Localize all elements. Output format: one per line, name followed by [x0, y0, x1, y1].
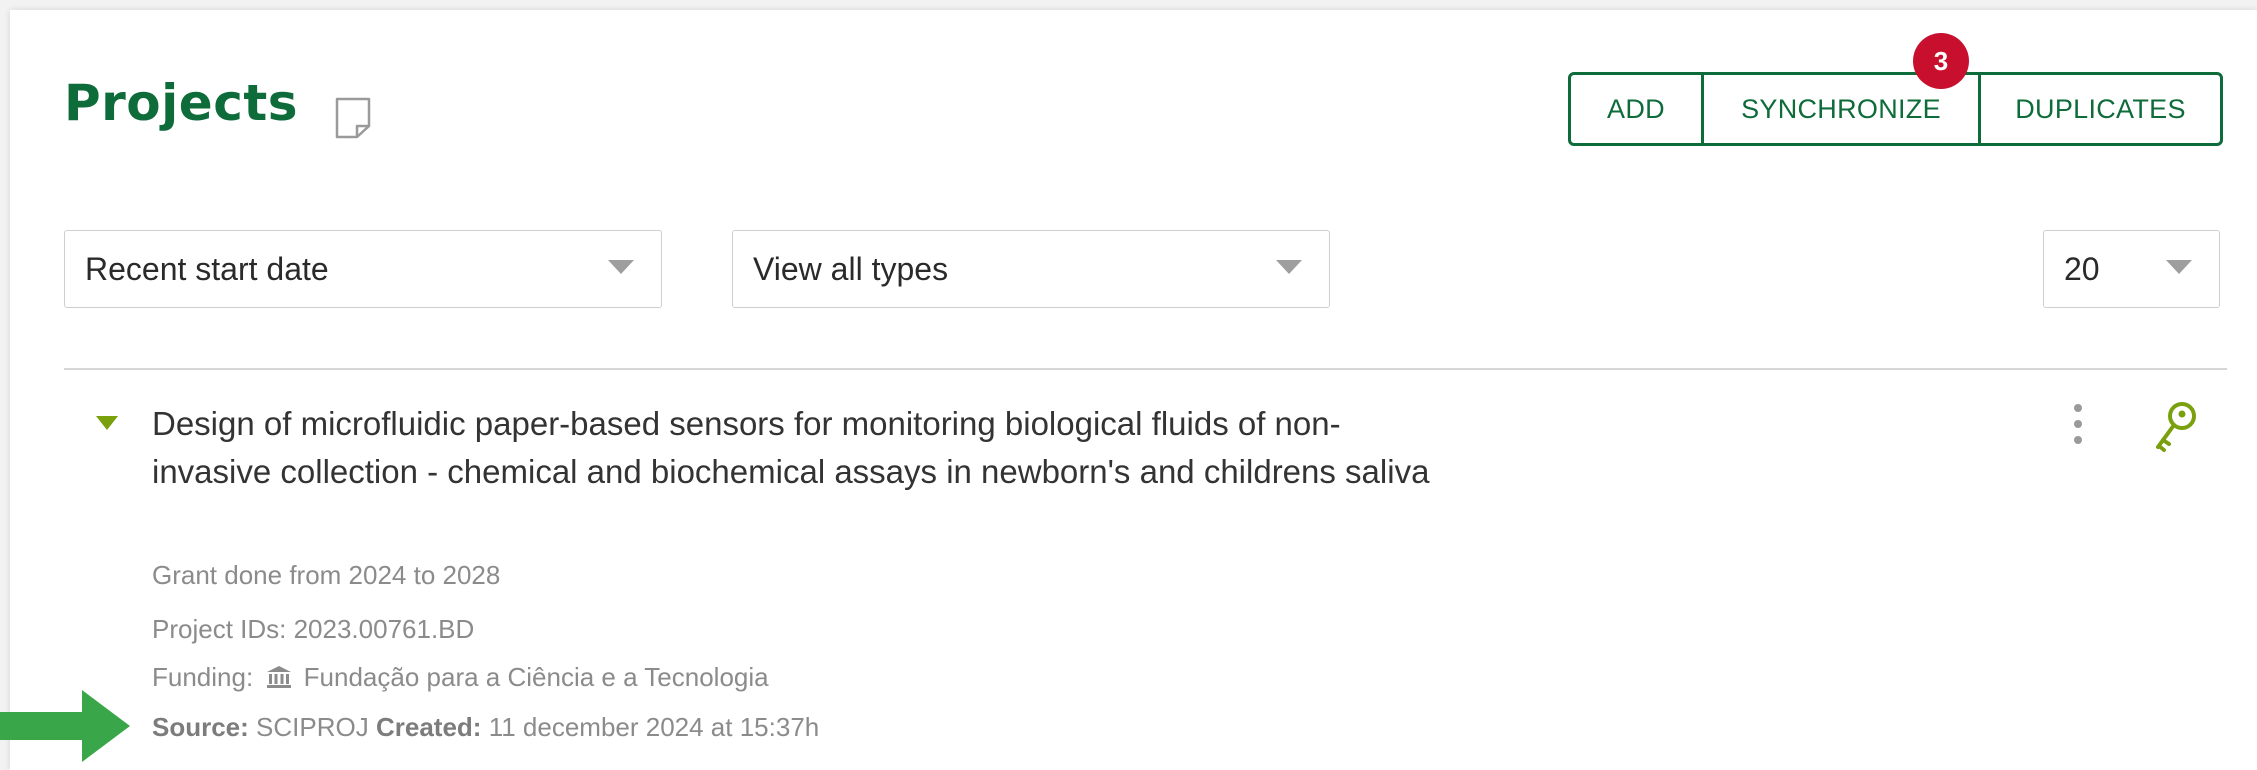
kebab-menu-icon[interactable] — [2070, 404, 2086, 454]
per-page-select[interactable]: 20 — [2043, 230, 2220, 308]
caret-down-icon[interactable] — [96, 416, 118, 430]
add-button[interactable]: ADD — [1571, 75, 1701, 143]
chevron-down-icon — [608, 260, 634, 274]
sync-count-badge: 3 — [1913, 33, 1969, 89]
funding-value: Fundação para a Ciência e a Tecnologia — [303, 662, 769, 692]
created-value: 11 december 2024 at 15:37h — [488, 712, 820, 742]
chevron-down-icon — [1276, 260, 1302, 274]
sort-select[interactable]: Recent start date — [64, 230, 662, 308]
project-grant: Grant done from 2024 to 2028 — [152, 560, 501, 590]
per-page-value: 20 — [2064, 250, 2100, 287]
list-divider — [64, 368, 2227, 370]
action-button-group: ADD SYNCHRONIZE DUPLICATES — [1568, 72, 2223, 146]
chevron-down-icon — [2166, 260, 2192, 274]
type-filter-select[interactable]: View all types — [732, 230, 1330, 308]
key-icon[interactable] — [2150, 398, 2202, 456]
institution-icon — [267, 666, 292, 688]
duplicates-button[interactable]: DUPLICATES — [1978, 75, 2220, 143]
project-source-created: Source: SCIPROJ Created: 11 december 202… — [152, 712, 819, 743]
created-label: Created: — [375, 712, 482, 742]
project-ids: Project IDs: 2023.00761.BD — [152, 614, 475, 644]
sort-select-value: Recent start date — [85, 250, 329, 287]
note-icon[interactable] — [333, 96, 373, 140]
project-funding: Funding: Fundação para a Ciência e a Tec… — [152, 662, 769, 693]
source-label: Source: — [152, 712, 249, 742]
project-title[interactable]: Design of microfluidic paper-based senso… — [152, 400, 1442, 496]
page-title: Projects — [64, 74, 299, 132]
source-value: SCIPROJ — [256, 712, 369, 742]
arrow-right-icon — [0, 690, 130, 762]
funding-label: Funding: — [152, 662, 254, 692]
type-filter-value: View all types — [753, 250, 949, 287]
